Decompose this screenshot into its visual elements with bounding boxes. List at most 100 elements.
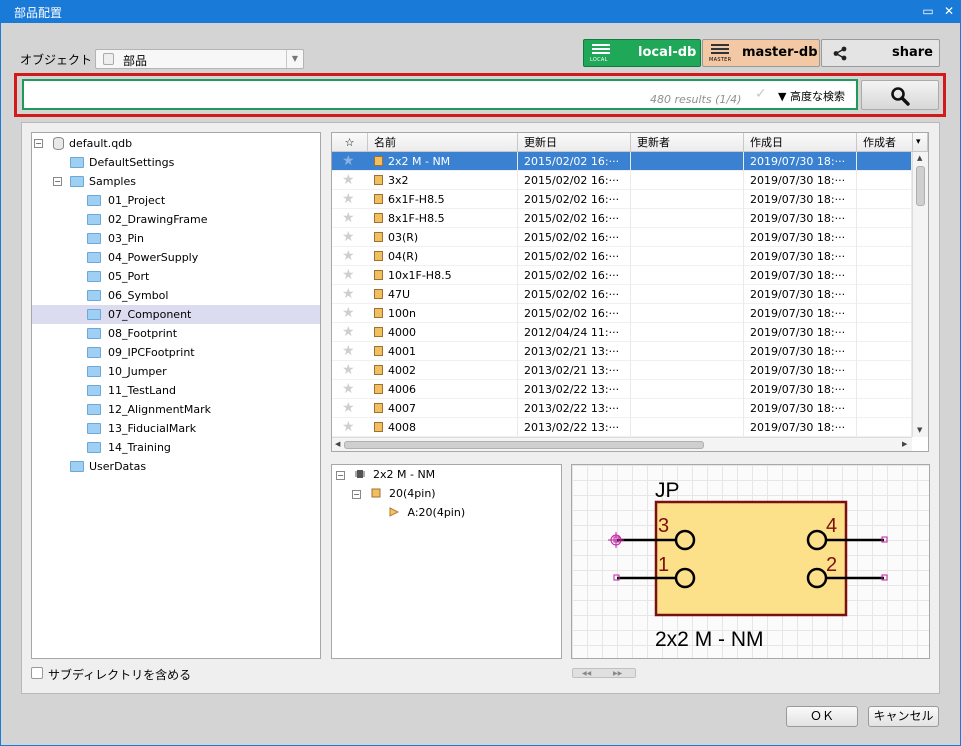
table-row[interactable]: ★ 4002 2013/02/21 13:··· 2019/07/30 18:··· bbox=[332, 361, 912, 380]
tree-item[interactable]: 07_Component bbox=[32, 305, 320, 324]
scroll-down-icon[interactable]: ▼ bbox=[917, 426, 922, 434]
star-icon[interactable]: ★ bbox=[342, 304, 355, 323]
table-row[interactable]: ★ 8x1F-H8.5 2015/02/02 16:··· 2019/07/30 18… bbox=[332, 209, 912, 228]
collapse-toggle[interactable]: − bbox=[34, 139, 43, 148]
table-row[interactable]: ★ 4006 2013/02/22 13:··· 2019/07/30 18:··· bbox=[332, 380, 912, 399]
cell-updater bbox=[631, 209, 744, 228]
vertical-scroll-thumb[interactable] bbox=[916, 166, 925, 206]
check-icon[interactable]: ✓ bbox=[755, 86, 767, 102]
object-combo[interactable]: 部品 ▼ bbox=[95, 49, 304, 69]
horizontal-scroll-thumb[interactable] bbox=[344, 441, 704, 449]
tree-item[interactable]: UserDatas bbox=[32, 457, 320, 476]
column-menu-icon[interactable]: ▾ bbox=[913, 133, 928, 152]
parts-grid[interactable]: ☆ 名前 更新日 更新者 作成日 作成者 ▾ ★ 2x2 M - NM 2015/0… bbox=[331, 132, 929, 452]
star-icon[interactable]: ★ bbox=[342, 399, 355, 418]
component-tree-pin[interactable]: A:20(4pin) bbox=[389, 503, 465, 522]
table-row[interactable]: ★ 4000 2012/04/24 11:··· 2019/07/30 18:··· bbox=[332, 323, 912, 342]
table-row[interactable]: ★ 04(R) 2015/02/02 16:··· 2019/07/30 18:··· bbox=[332, 247, 912, 266]
star-icon[interactable]: ★ bbox=[342, 380, 355, 399]
cell-creator bbox=[857, 323, 912, 342]
table-row[interactable]: ★ 6x1F-H8.5 2015/02/02 16:··· 2019/07/30 18… bbox=[332, 190, 912, 209]
tree-item[interactable]: − Samples bbox=[32, 172, 320, 191]
preview-nav[interactable]: ◀◀ ▶▶ bbox=[572, 668, 636, 678]
table-row[interactable]: ★ 100n 2015/02/02 16:··· 2019/07/30 18:··· bbox=[332, 304, 912, 323]
scroll-right-icon[interactable]: ▶ bbox=[902, 440, 907, 448]
tree-item[interactable]: 06_Symbol bbox=[32, 286, 320, 305]
col-star[interactable]: ☆ bbox=[332, 133, 368, 152]
star-icon[interactable]: ★ bbox=[342, 285, 355, 304]
component-tree-package[interactable]: − 20(4pin) bbox=[352, 484, 436, 503]
star-icon[interactable]: ★ bbox=[342, 342, 355, 361]
folder-tree[interactable]: − default.qdb DefaultSettings − Samples 01_Pr… bbox=[31, 132, 321, 659]
col-updater[interactable]: 更新者 bbox=[631, 133, 744, 152]
component-tree[interactable]: − 2x2 M - NM − 20(4pin) A:20(4pin) bbox=[331, 464, 562, 659]
part-name: 04(R) bbox=[388, 250, 419, 263]
preview-nav-right-icon[interactable]: ▶▶ bbox=[613, 670, 622, 677]
table-row[interactable]: ★ 4007 2013/02/22 13:··· 2019/07/30 18:··· bbox=[332, 399, 912, 418]
table-row[interactable]: ★ 3x2 2015/02/02 16:··· 2019/07/30 18:··· bbox=[332, 171, 912, 190]
tree-item[interactable]: 14_Training bbox=[32, 438, 320, 457]
star-icon[interactable]: ★ bbox=[342, 209, 355, 228]
tree-item[interactable]: − default.qdb bbox=[32, 134, 320, 153]
tree-item[interactable]: 05_Port bbox=[32, 267, 320, 286]
col-creator[interactable]: 作成者 bbox=[857, 133, 913, 152]
tree-item[interactable]: DefaultSettings bbox=[32, 153, 320, 172]
share-button[interactable]: share bbox=[821, 39, 940, 67]
local-db-button[interactable]: LOCAL local-db bbox=[583, 39, 701, 67]
folder-icon bbox=[87, 404, 101, 415]
collapse-toggle[interactable]: − bbox=[53, 177, 62, 186]
scroll-up-icon[interactable]: ▲ bbox=[917, 154, 922, 162]
advanced-search-toggle[interactable]: ▼ 高度な検索 bbox=[778, 88, 845, 104]
cancel-button[interactable]: キャンセル bbox=[868, 706, 939, 727]
database-icon bbox=[711, 44, 729, 56]
tree-item[interactable]: 10_Jumper bbox=[32, 362, 320, 381]
scroll-left-icon[interactable]: ◀ bbox=[335, 440, 340, 448]
col-name[interactable]: 名前 bbox=[368, 133, 518, 152]
table-row[interactable]: ★ 4008 2013/02/22 13:··· 2019/07/30 18:··· bbox=[332, 418, 912, 437]
star-icon[interactable]: ★ bbox=[342, 171, 355, 190]
tree-item[interactable]: 01_Project bbox=[32, 191, 320, 210]
table-row[interactable]: ★ 10x1F-H8.5 2015/02/02 16:··· 2019/07/30 1… bbox=[332, 266, 912, 285]
tree-item[interactable]: 13_FiducialMark bbox=[32, 419, 320, 438]
star-icon[interactable]: ★ bbox=[342, 323, 355, 342]
chevron-down-icon[interactable]: ▼ bbox=[286, 50, 303, 68]
maximize-button[interactable]: ▭ bbox=[919, 2, 937, 20]
cell-created: 2019/07/30 18:··· bbox=[744, 304, 857, 323]
star-icon[interactable]: ★ bbox=[342, 152, 355, 171]
table-row[interactable]: ★ 2x2 M - NM 2015/02/02 16:··· 2019/07/30 1… bbox=[332, 152, 912, 171]
search-button[interactable] bbox=[861, 80, 939, 110]
table-row[interactable]: ★ 03(R) 2015/02/02 16:··· 2019/07/30 18:··· bbox=[332, 228, 912, 247]
close-button[interactable]: ✕ bbox=[940, 2, 958, 20]
star-icon[interactable]: ★ bbox=[342, 418, 355, 437]
star-icon[interactable]: ★ bbox=[342, 228, 355, 247]
ok-button[interactable]: ＯＫ bbox=[786, 706, 858, 727]
tree-item[interactable]: 08_Footprint bbox=[32, 324, 320, 343]
tree-item[interactable]: 09_IPCFootprint bbox=[32, 343, 320, 362]
star-icon[interactable]: ★ bbox=[342, 361, 355, 380]
star-icon[interactable]: ★ bbox=[342, 190, 355, 209]
tree-item[interactable]: 11_TestLand bbox=[32, 381, 320, 400]
share-label: share bbox=[892, 45, 933, 60]
tree-item[interactable]: 12_AlignmentMark bbox=[32, 400, 320, 419]
tree-item[interactable]: 04_PowerSupply bbox=[32, 248, 320, 267]
col-created[interactable]: 作成日 bbox=[744, 133, 857, 152]
horizontal-scrollbar[interactable]: ◀ ▶ bbox=[332, 437, 912, 451]
col-updated[interactable]: 更新日 bbox=[518, 133, 631, 152]
preview-nav-left-icon[interactable]: ◀◀ bbox=[582, 670, 591, 677]
tree-item[interactable]: 02_DrawingFrame bbox=[32, 210, 320, 229]
table-row[interactable]: ★ 47U 2015/02/02 16:··· 2019/07/30 18:··· bbox=[332, 285, 912, 304]
star-icon[interactable]: ★ bbox=[342, 247, 355, 266]
star-icon[interactable]: ★ bbox=[342, 266, 355, 285]
collapse-toggle[interactable]: − bbox=[352, 490, 361, 499]
tree-item[interactable]: 03_Pin bbox=[32, 229, 320, 248]
collapse-toggle[interactable]: − bbox=[336, 471, 345, 480]
subdir-checkbox[interactable] bbox=[31, 667, 43, 679]
table-row[interactable]: ★ 4001 2013/02/21 13:··· 2019/07/30 18:··· bbox=[332, 342, 912, 361]
master-db-button[interactable]: MASTER master-db bbox=[702, 39, 820, 67]
tree-item-label: 05_Port bbox=[108, 270, 150, 283]
cell-updater bbox=[631, 228, 744, 247]
component-tree-root[interactable]: − 2x2 M - NM bbox=[336, 465, 435, 484]
pin-number-3: 3 bbox=[658, 515, 669, 537]
vertical-scrollbar[interactable]: ▲ ▼ bbox=[912, 152, 928, 437]
symbol-preview[interactable]: JP 3 1 4 2 2x2 M - NM bbox=[571, 464, 930, 659]
